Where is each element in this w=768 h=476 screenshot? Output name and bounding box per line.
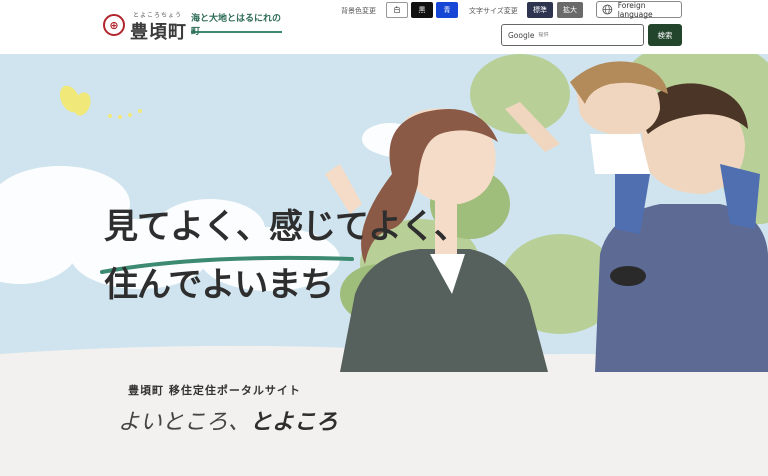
site-search-box[interactable]: Google (501, 24, 644, 46)
hero-catchphrase-line2: 住んでよいまち (104, 265, 334, 305)
slogan-strong: とよころ (250, 409, 339, 435)
hero-catchphrase-line1: 見てよく、感じてよく、 (104, 207, 468, 247)
bg-blue-button[interactable]: 青 (436, 2, 458, 18)
town-slogan: よいところ、とよころ (118, 404, 338, 436)
town-name-block: とよころちょう 豊頃町 (130, 9, 188, 43)
town-seal-icon: ⊕ (103, 14, 125, 36)
globe-icon (602, 4, 613, 15)
bg-white-button[interactable]: 白 (386, 2, 408, 18)
town-name: 豊頃町 (130, 22, 187, 43)
site-logo[interactable]: ⊕ とよころちょう 豊頃町 (103, 9, 188, 43)
town-tagline: 海と大地とはるにれの町 (191, 13, 282, 37)
site-header: ⊕ とよころちょう 豊頃町 海と大地とはるにれの町 背景色変更 白 黒 青 文字… (0, 0, 768, 54)
search-input[interactable] (538, 32, 619, 38)
search-brand: Google (508, 30, 535, 40)
foreign-language-label: Foreign language (617, 0, 653, 19)
foreign-language-button[interactable]: Foreign language (596, 0, 682, 19)
slogan-light: よいところ、 (118, 410, 251, 435)
bg-black-button[interactable]: 黒 (411, 2, 433, 18)
font-size-label: 文字サイズ変更 (469, 7, 518, 15)
hero-banner: 見てよく、感じてよく、 住んでよいまち (0, 54, 768, 372)
font-size-standard-button[interactable]: 標準 (527, 2, 553, 18)
font-size-large-button[interactable]: 拡大 (557, 2, 583, 18)
search-button[interactable]: 検索 (648, 24, 682, 46)
background-color-label: 背景色変更 (341, 7, 376, 15)
portal-title: 豊頃町 移住定住ポータルサイト (128, 384, 301, 397)
